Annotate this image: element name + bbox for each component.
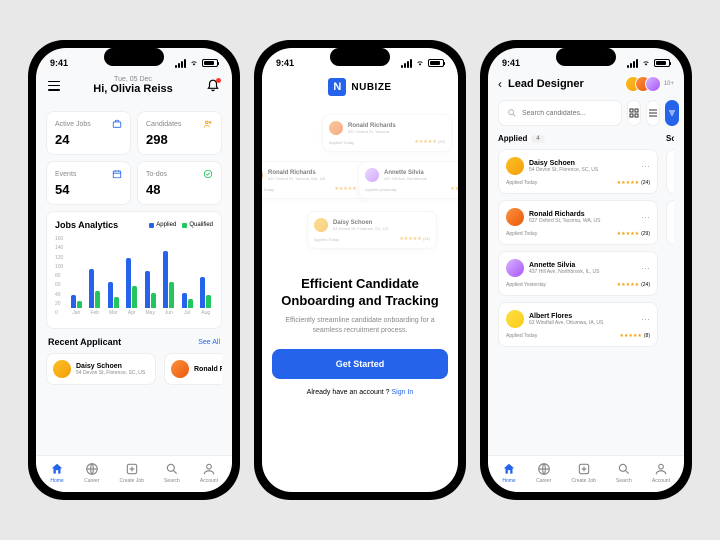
stat-value: 48 [146,182,213,197]
candidate-location: 637 Oxford St, Tacoma, WA, US [529,218,600,224]
candidate-name: Annette Silvia [529,262,600,269]
more-icon[interactable]: ⋯ [641,161,650,172]
subtext: Efficiently streamline candidate onboard… [272,316,448,336]
calendar-icon [112,169,122,179]
stat-label: Events [55,171,76,178]
avatar [171,360,189,378]
rating: ★★★★★(29) [617,231,650,237]
grid-view-button[interactable] [627,100,641,126]
users-icon [203,119,213,129]
column-title: Applied [498,134,527,143]
candidate-name: Daisy Schoen [529,160,598,167]
applicant-card[interactable]: Ronald R [164,353,222,385]
status-signals [401,59,444,68]
candidate-card[interactable]: Broo872Applied T [666,200,674,245]
analytics-chart: 160140120100806040200 JanFebMarAprMayJun… [55,236,213,316]
legend-applied: Applied [149,222,176,228]
greeting-text: Hi, Olivia Reiss [93,83,172,95]
candidate-location: 437 Hill Ave, Northbrook, IL, US [529,269,600,275]
candidate-card[interactable]: Annette Silvia437 Hill Ave, Northbrook, … [498,251,658,296]
candidate-location: 63 Windfall Ave, Ottumwa, IA, US [529,320,603,326]
rating: ★★★★★(24) [617,180,650,186]
brand-logo: N NUBIZE [272,78,448,96]
stat-label: Active Jobs [55,121,91,128]
candidate-name: Ronald Richards [529,211,600,218]
avatar [506,157,524,175]
date-text: Tue, 05 Dec [93,76,172,83]
analytics-section: Jobs Analytics Applied Qualified 1601401… [46,211,222,329]
list-view-button[interactable] [646,100,660,126]
avatar [506,310,524,328]
see-all-link[interactable]: See All [198,339,220,346]
headline: Efficient Candidate Onboarding and Track… [272,276,448,310]
stat-label: Candidates [146,121,181,128]
applicant-name: Ronald R [194,366,222,373]
status-time: 9:41 [502,58,520,68]
sign-in-prompt: Already have an account ? Sign In [272,389,448,396]
sign-in-link[interactable]: Sign In [392,389,414,396]
legend-qualified: Qualified [182,222,213,228]
candidate-card[interactable]: Jero13 bApplied Yest [666,149,674,194]
search-input[interactable] [498,100,622,126]
stat-label: To-dos [146,171,167,178]
stat-candidates[interactable]: Candidates 298 [137,111,222,155]
candidate-location: 54 Devon St, Florence, SC, US [529,167,598,173]
candidate-name: Albert Flores [529,313,603,320]
status-signals [175,59,218,68]
candidate-card[interactable]: Daisy Schoen54 Devon St, Florence, SC, U… [498,149,658,194]
tab-home[interactable]: Home [502,462,516,484]
rating: ★★★★★(24) [617,282,650,288]
tab-search[interactable]: Search [164,462,180,484]
get-started-button[interactable]: Get Started [272,349,448,379]
stat-events[interactable]: Events 54 [46,161,131,205]
stat-value: 298 [146,132,213,147]
tab-account[interactable]: Account [652,462,670,484]
column-count: 4 [531,135,544,143]
tab-search[interactable]: Search [616,462,632,484]
status-time: 9:41 [276,58,294,68]
tab-home[interactable]: Home [50,462,64,484]
stat-value: 54 [55,182,122,197]
menu-icon[interactable] [48,81,60,91]
column-title: Screening [666,134,674,143]
tab-career[interactable]: Career [536,462,551,484]
applicant-card[interactable]: Daisy Schoen54 Devon St, Florence, SC, U… [46,353,156,385]
filter-button[interactable] [665,100,679,126]
applicant-name: Daisy Schoen [76,363,145,370]
status-time: 9:41 [50,58,68,68]
more-icon[interactable]: ⋯ [641,263,650,274]
applied-label: Applied Today [506,333,537,339]
applied-label: Applied Yesterday [506,282,546,288]
applied-label: Applied Today [506,180,537,186]
avatar-group[interactable]: 10+ [625,76,674,92]
stat-todos[interactable]: To-dos 48 [137,161,222,205]
back-button[interactable]: ‹ [498,77,502,91]
tab-create-job[interactable]: Create Job [119,462,143,484]
avatar [506,259,524,277]
stat-value: 24 [55,132,122,147]
tab-create-job[interactable]: Create Job [571,462,595,484]
page-title: Lead Designer [508,78,619,90]
tab-account[interactable]: Account [200,462,218,484]
avatar [53,360,71,378]
stat-active-jobs[interactable]: Active Jobs 24 [46,111,131,155]
analytics-title: Jobs Analytics [55,220,118,230]
briefcase-icon [112,119,122,129]
notification-icon[interactable] [206,79,220,93]
more-icon[interactable]: ⋯ [641,212,650,223]
avatar [506,208,524,226]
candidate-card[interactable]: Albert Flores63 Windfall Ave, Ottumwa, I… [498,302,658,347]
candidate-card[interactable]: Ronald Richards637 Oxford St, Tacoma, WA… [498,200,658,245]
applied-label: Applied Today [506,231,537,237]
applicant-location: 54 Devon St, Florence, SC, US [76,370,145,376]
rating: ★★★★★(8) [619,333,650,339]
more-icon[interactable]: ⋯ [641,314,650,325]
recent-title: Recent Applicant [48,337,121,347]
preview-cards: Ronald Richards637 Oxford St, Tacoma App… [262,106,458,266]
status-signals [627,59,670,68]
check-icon [203,169,213,179]
tab-career[interactable]: Career [84,462,99,484]
